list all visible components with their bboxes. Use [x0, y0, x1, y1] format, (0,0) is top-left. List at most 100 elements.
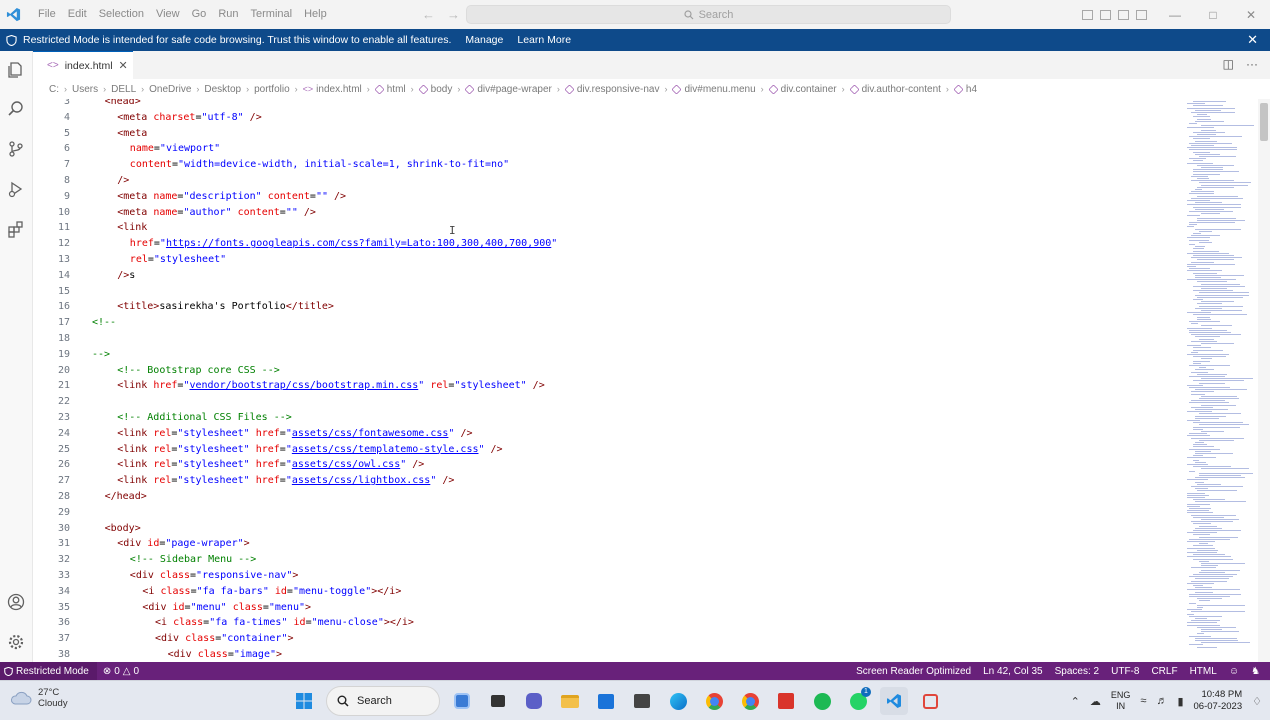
onedrive-cloud-icon[interactable]: ☁	[1090, 695, 1101, 708]
toggle-secondary-sidebar-icon[interactable]	[1118, 9, 1129, 20]
snipping-tool-icon[interactable]	[916, 687, 944, 715]
breadcrumb-item[interactable]: portfolio	[254, 84, 290, 95]
explorer-icon[interactable]	[6, 60, 26, 80]
wifi-icon[interactable]: ≈	[1140, 695, 1146, 707]
code-line[interactable]: <link	[117, 220, 147, 236]
code-line[interactable]: />	[117, 173, 129, 189]
breadcrumb-item[interactable]: div.author-content	[849, 84, 941, 95]
code-line[interactable]: rel="stylesheet"	[130, 252, 226, 268]
breadcrumb-item[interactable]: OneDrive	[149, 84, 191, 95]
code-line[interactable]: <meta name="description" content="" />	[117, 189, 346, 205]
breadcrumb-item[interactable]: div.container	[768, 84, 837, 95]
maximize-icon[interactable]: □	[1194, 0, 1232, 29]
notifications-bell-icon[interactable]: ♞	[1245, 666, 1266, 677]
learn-more-button[interactable]: Learn More	[517, 34, 571, 46]
notification-bell-icon[interactable]: ♢	[1252, 695, 1262, 708]
microsoft-store-icon[interactable]	[592, 687, 620, 715]
teams-chat-icon[interactable]	[520, 687, 548, 715]
scrollbar-thumb[interactable]	[1260, 103, 1268, 141]
extensions-icon[interactable]	[6, 219, 26, 239]
language-indicator[interactable]: ENG IN	[1111, 690, 1131, 712]
menu-selection[interactable]: Selection	[93, 0, 150, 29]
pdf-reader-icon[interactable]	[772, 687, 800, 715]
battery-icon[interactable]: ▮	[1177, 695, 1183, 708]
breadcrumb-item[interactable]: div.responsive-nav	[564, 84, 659, 95]
run-debug-icon[interactable]	[6, 179, 26, 199]
eol-status[interactable]: CRLF	[1145, 666, 1183, 677]
indentation-status[interactable]: Spaces: 2	[1049, 666, 1105, 677]
vertical-scrollbar[interactable]	[1258, 99, 1270, 662]
presentation-app-icon[interactable]	[628, 687, 656, 715]
edge-browser-icon[interactable]	[664, 687, 692, 715]
search-icon[interactable]	[6, 99, 26, 119]
command-center-search[interactable]: Search	[466, 5, 951, 24]
code-line[interactable]: <meta name="author" content="" />	[117, 205, 316, 221]
code-line[interactable]: <body>	[105, 521, 141, 537]
code-line[interactable]: <!-- Additional CSS Files -->	[117, 410, 292, 426]
tab-index-html[interactable]: <> index.html ✕	[33, 51, 133, 79]
problems-status[interactable]: ⊗ 0 △ 0	[97, 662, 145, 680]
source-control-icon[interactable]	[6, 139, 26, 159]
code-line[interactable]: <div class="container">	[155, 631, 294, 647]
code-line[interactable]: href="https://fonts.googleapis.com/css?f…	[130, 236, 558, 252]
close-tab-icon[interactable]: ✕	[119, 59, 128, 72]
restricted-mode-status[interactable]: Restricted Mode	[0, 662, 97, 680]
toggle-primary-sidebar-icon[interactable]	[1082, 9, 1093, 20]
minimap[interactable]	[1183, 99, 1258, 662]
taskbar-search[interactable]: Search	[326, 686, 440, 716]
manage-button[interactable]: Manage	[465, 34, 503, 46]
code-line[interactable]: <link rel="stylesheet" href="assets/css/…	[117, 457, 424, 473]
chrome-profile-icon[interactable]	[736, 687, 764, 715]
code-line[interactable]: <!-- Sidebar Menu -->	[130, 552, 256, 568]
breadcrumb-item[interactable]: html	[374, 84, 406, 95]
cursor-position[interactable]: Ln 42, Col 35	[977, 666, 1049, 677]
account-icon[interactable]	[6, 592, 26, 612]
close-banner-icon[interactable]: ✕	[1247, 32, 1258, 48]
customize-layout-icon[interactable]	[1136, 9, 1147, 20]
code-line[interactable]: <i class="fa fa-times" id="menu-close"><…	[155, 615, 414, 631]
spotify-icon[interactable]	[808, 687, 836, 715]
split-editor-icon[interactable]: ◫	[1223, 57, 1234, 71]
breadcrumb-item[interactable]: <> index.html	[303, 84, 362, 95]
menu-view[interactable]: View	[150, 0, 186, 29]
code-editor[interactable]: 3 4 5 6 7 8 9 10 11 12 13 14 15 16 17 18 19 20 21 22 23 24 25 2…	[33, 99, 1183, 662]
close-window-icon[interactable]: ✕	[1232, 0, 1270, 29]
code-line[interactable]: <!-- Bootstrap core CSS -->	[117, 363, 280, 379]
menu-help[interactable]: Help	[298, 0, 333, 29]
encoding-status[interactable]: UTF-8	[1105, 666, 1145, 677]
clock[interactable]: 10:48 PM 06-07-2023	[1194, 689, 1243, 713]
menu-run[interactable]: Run	[212, 0, 244, 29]
menu-file[interactable]: File	[32, 0, 62, 29]
code-line[interactable]: <head>	[105, 99, 141, 110]
code-line[interactable]: <link rel="stylesheet" href="assets/css/…	[117, 426, 472, 442]
language-mode[interactable]: HTML	[1184, 666, 1223, 677]
breadcrumb-item[interactable]: div#page-wraper	[464, 84, 552, 95]
file-explorer-icon[interactable]	[556, 687, 584, 715]
toggle-panel-icon[interactable]	[1100, 9, 1111, 20]
more-actions-icon[interactable]: ···	[1246, 57, 1258, 71]
code-line[interactable]: />s	[117, 268, 135, 284]
breadcrumb-item[interactable]: h4	[953, 84, 977, 95]
minimize-icon[interactable]: —	[1156, 0, 1194, 29]
code-line[interactable]: -->	[92, 347, 110, 363]
chrome-browser-icon[interactable]	[700, 687, 728, 715]
copilot-app-icon[interactable]	[448, 687, 476, 715]
vscode-taskbar-icon[interactable]	[880, 687, 908, 715]
weather-widget[interactable]: 27°C Cloudy	[10, 687, 68, 709]
code-line[interactable]: content="width=device-width, initial-sca…	[130, 157, 509, 173]
breadcrumb-item[interactable]: div#menu.menu	[671, 84, 756, 95]
code-line[interactable]: <title>sasirekha's Portfolio</title>	[117, 299, 334, 315]
code-line[interactable]: <meta charset="utf-8" />	[117, 110, 262, 126]
code-line[interactable]: <div id="menu" class="menu">	[142, 600, 311, 616]
menu-edit[interactable]: Edit	[62, 0, 93, 29]
code-line[interactable]: <meta	[117, 126, 147, 142]
breadcrumb-item[interactable]: Desktop	[204, 84, 241, 95]
code-line[interactable]: <div class="image">	[168, 647, 282, 662]
forward-arrow-icon[interactable]: →	[447, 7, 460, 22]
code-lines[interactable]: <head> <meta charset="utf-8" /> <meta name=…	[92, 99, 1182, 662]
feedback-icon[interactable]: ☺	[1223, 666, 1245, 677]
code-line[interactable]: <link href="vendor/bootstrap/css/bootstr…	[117, 378, 545, 394]
screen-reader-status[interactable]: Screen Reader Optimized	[850, 666, 977, 677]
breadcrumb-item[interactable]: Users	[72, 84, 98, 95]
code-line[interactable]: </head>	[105, 489, 147, 505]
